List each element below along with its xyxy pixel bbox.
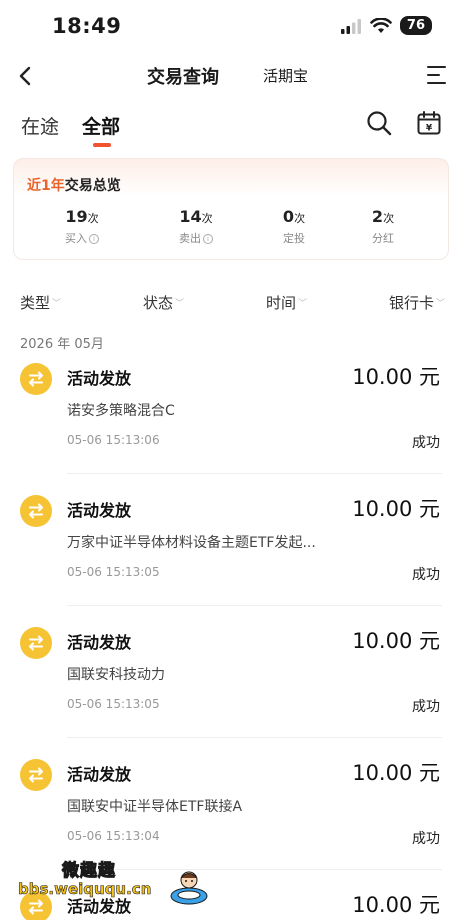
record-title: 活动发放 <box>67 633 132 652</box>
stat-sell[interactable]: 14次 卖出 i <box>156 207 236 246</box>
filter-type[interactable]: 类型 ﹀ <box>20 292 61 313</box>
transfer-icon <box>20 627 52 659</box>
stat-fixed-investment[interactable]: 0次 定投 <box>254 207 334 246</box>
chevron-down-icon: ﹀ <box>298 299 308 309</box>
menu-icon[interactable] <box>424 64 448 86</box>
filter-time[interactable]: 时间 ﹀ <box>266 292 307 313</box>
record-fund-name: 国联安科技动力 <box>67 667 165 683</box>
battery-indicator: 76 <box>399 16 432 35</box>
record-fund-name: 国联安中证半导体ETF联接A <box>67 799 243 815</box>
record-status: 成功 <box>412 567 440 583</box>
divider <box>67 737 442 738</box>
tab-active-indicator <box>93 143 111 147</box>
stat-buy[interactable]: 19次 买入 i <box>42 207 122 246</box>
chevron-down-icon: ﹀ <box>436 299 446 309</box>
page-title: 交易查询 <box>147 67 219 88</box>
transfer-icon <box>20 759 52 791</box>
yearly-summary-card: 近1年交易总览 19次 买入 i 14次 卖出 i 0次 定投 2次 分红 <box>13 158 449 260</box>
back-icon[interactable] <box>14 62 38 90</box>
transfer-icon <box>20 363 52 395</box>
record-fund-name: 万家中证半导体材料设备主题ETF发起... <box>67 535 316 551</box>
nav-bar: 交易查询 活期宝 <box>0 56 462 96</box>
record-title: 活动发放 <box>67 765 132 784</box>
record-status: 成功 <box>412 435 440 451</box>
svg-text:¥: ¥ <box>426 124 433 134</box>
filter-bank-card[interactable]: 银行卡 ﹀ <box>389 292 445 313</box>
product-switch[interactable]: 活期宝 <box>263 65 308 86</box>
record-amount: 10.00 元 <box>352 497 440 521</box>
info-icon[interactable]: i <box>89 234 99 244</box>
record-status: 成功 <box>412 831 440 847</box>
record-time: 05-06 15:13:05 <box>67 565 160 579</box>
transaction-row[interactable]: 活动发放 10.00 元 诺安多策略混合C 05-06 15:13:06 成功 <box>0 363 462 495</box>
record-amount: 10.00 元 <box>352 365 440 389</box>
calendar-icon[interactable]: ¥ <box>416 110 442 136</box>
status-time: 18:49 <box>52 14 122 38</box>
summary-title: 近1年交易总览 <box>27 178 121 194</box>
tab-all[interactable]: 全部 <box>82 112 120 139</box>
record-time: 05-06 15:13:06 <box>67 433 160 447</box>
chevron-down-icon: ﹀ <box>175 299 185 309</box>
record-title: 活动发放 <box>67 369 132 388</box>
watermark-title: 微趣趣 <box>62 861 116 882</box>
wifi-icon <box>370 17 392 33</box>
filter-status[interactable]: 状态 ﹀ <box>143 292 184 313</box>
chevron-down-icon: ﹀ <box>52 299 62 309</box>
record-title: 活动发放 <box>67 501 132 520</box>
filter-bar: 类型 ﹀ 状态 ﹀ 时间 ﹀ 银行卡 ﹀ <box>0 290 462 314</box>
record-time: 05-06 15:13:05 <box>67 697 160 711</box>
signal-icon <box>340 18 361 34</box>
record-status: 成功 <box>412 699 440 715</box>
watermark: 微趣趣 bbs.weiququ.cn <box>18 854 208 914</box>
divider <box>67 473 442 474</box>
record-fund-name: 诺安多策略混合C <box>67 403 175 419</box>
tab-bar: 在途 全部 ¥ <box>0 110 462 150</box>
record-amount: 10.00 元 <box>352 893 440 917</box>
transaction-row[interactable]: 活动发放 10.00 元 国联安科技动力 05-06 15:13:05 成功 <box>0 627 462 759</box>
watermark-url: bbs.weiququ.cn <box>18 880 152 899</box>
status-icons: 76 <box>340 16 432 35</box>
record-amount: 10.00 元 <box>352 761 440 785</box>
search-icon[interactable] <box>366 110 392 136</box>
info-icon[interactable]: i <box>203 234 213 244</box>
month-header: 2026 年 05月 <box>20 337 104 352</box>
mascot-icon <box>170 871 208 905</box>
transaction-row[interactable]: 活动发放 10.00 元 万家中证半导体材料设备主题ETF发起... 05-06… <box>0 495 462 627</box>
stat-dividend[interactable]: 2次 分红 <box>343 207 423 246</box>
status-bar: 18:49 76 <box>0 0 462 56</box>
record-amount: 10.00 元 <box>352 629 440 653</box>
transfer-icon <box>20 495 52 527</box>
divider <box>67 605 442 606</box>
tab-in-transit[interactable]: 在途 <box>21 112 59 139</box>
record-time: 05-06 15:13:04 <box>67 829 160 843</box>
